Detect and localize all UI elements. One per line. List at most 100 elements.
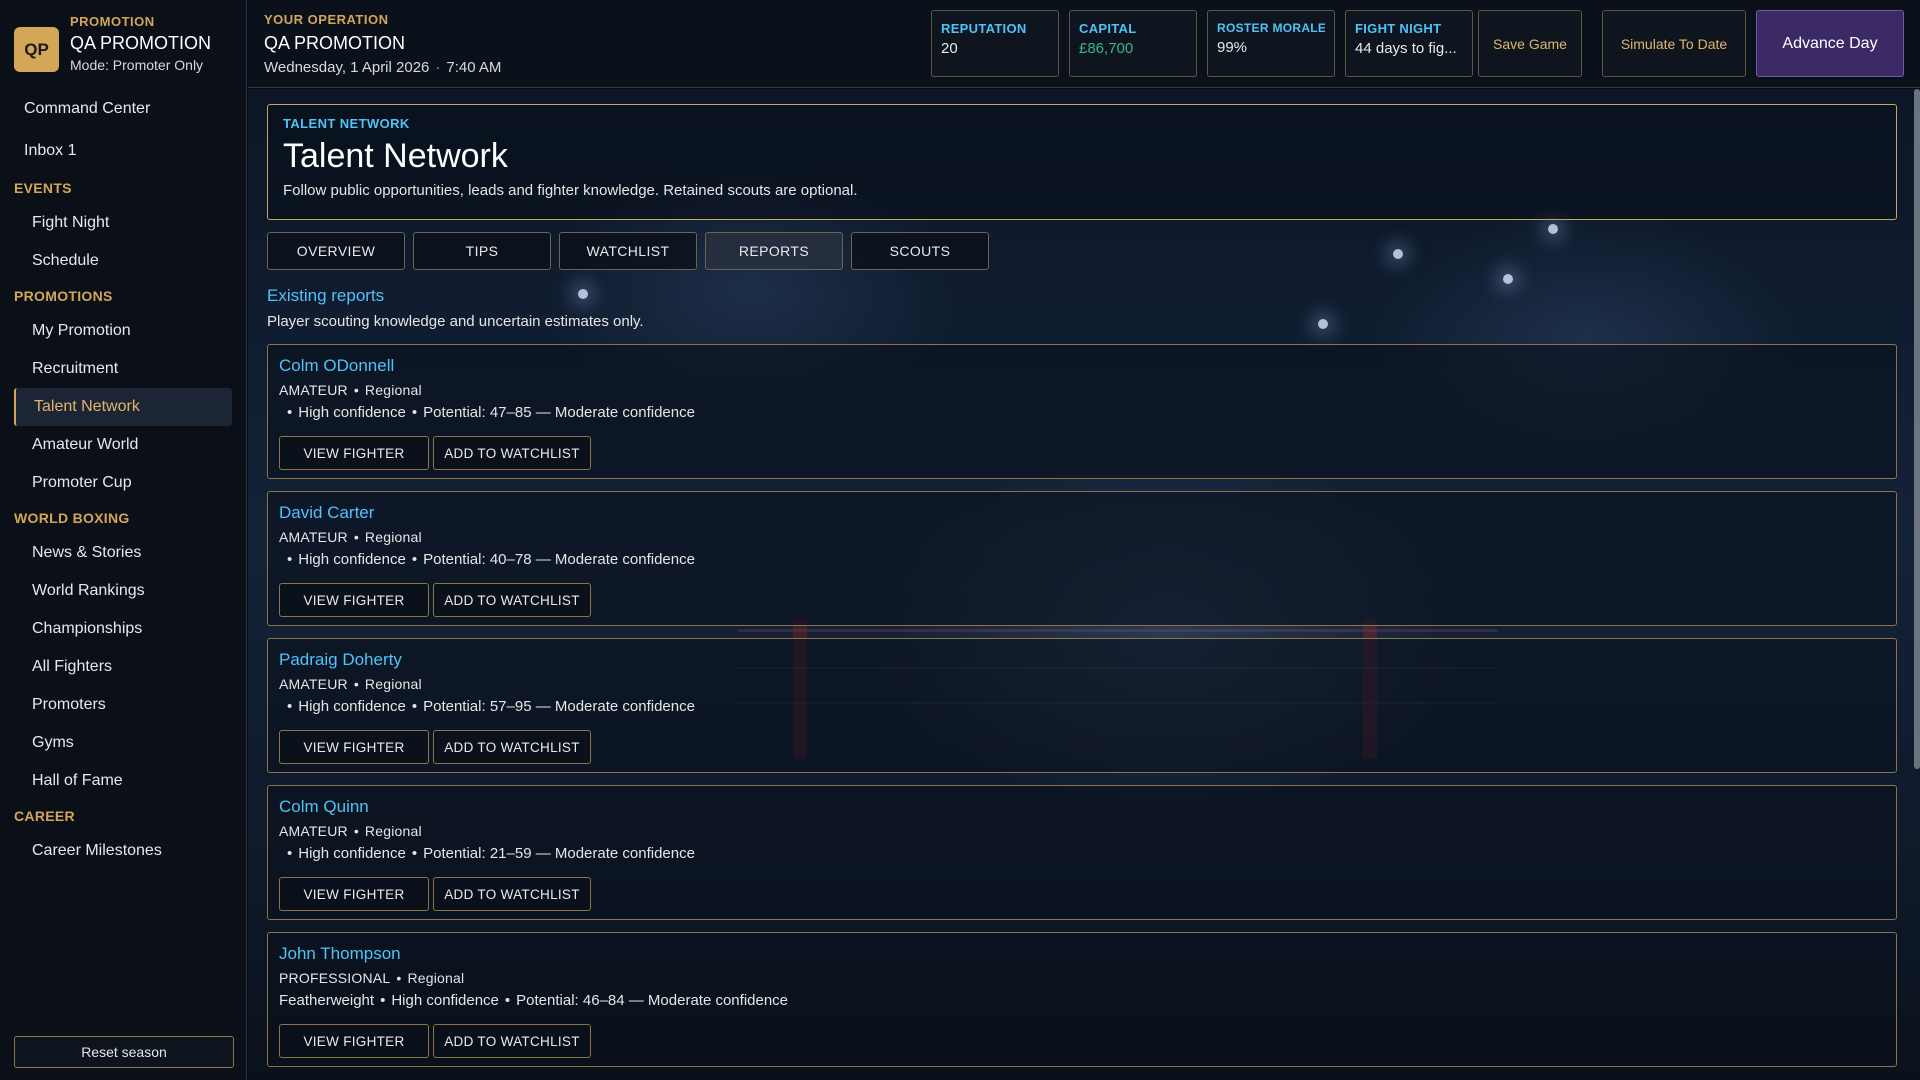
fighter-status: AMATEUR	[279, 823, 348, 839]
page-title: Talent Network	[283, 137, 508, 175]
sidebar-item-world-rankings[interactable]: World Rankings	[14, 572, 232, 610]
sidebar-item-amateur-world[interactable]: Amateur World	[14, 426, 232, 464]
sidebar-item-schedule[interactable]: Schedule	[14, 242, 232, 280]
fighter-status: AMATEUR	[279, 676, 348, 692]
sidebar-item-inbox-1[interactable]: Inbox 1	[14, 130, 232, 172]
current-date: Wednesday, 1 April 2026	[264, 59, 430, 76]
view-fighter-button[interactable]: VIEW FIGHTER	[279, 583, 429, 617]
summary-separator: •	[411, 698, 418, 715]
brand-logo: QP	[14, 27, 59, 72]
section-title: Existing reports	[267, 286, 385, 305]
save-game-button[interactable]: Save Game	[1478, 10, 1582, 77]
report-potential: Potential: 40–78 — Moderate confidence	[423, 551, 695, 568]
report-summary: • High confidence • Potential: 47–85 — Mode…	[279, 404, 1885, 421]
operation-name: QA PROMOTION	[264, 33, 406, 53]
sidebar-item-news-and-stories[interactable]: News & Stories	[14, 534, 232, 572]
stat-fight-night: FIGHT NIGHT 44 days to fig...	[1345, 10, 1473, 77]
sidebar-item-hall-of-fame[interactable]: Hall of Fame	[14, 762, 232, 800]
sidebar-item-gyms[interactable]: Gyms	[14, 724, 232, 762]
tab-watchlist[interactable]: WATCHLIST	[559, 232, 697, 270]
fighter-scope: Regional	[364, 529, 422, 545]
simulate-to-date-button[interactable]: Simulate To Date	[1602, 10, 1746, 77]
report-potential: Potential: 57–95 — Moderate confidence	[423, 698, 695, 715]
summary-separator: •	[411, 404, 418, 421]
meta-separator: •	[353, 823, 359, 839]
fighter-status: PROFESSIONAL	[279, 970, 391, 986]
report-actions: VIEW FIGHTER ADD TO WATCHLIST	[279, 583, 595, 617]
sidebar-section-career: CAREER	[14, 808, 75, 824]
brand-header: QP PROMOTION QA PROMOTION Mode: Promoter…	[0, 0, 246, 88]
fighter-meta: PROFESSIONAL • Regional	[279, 970, 1885, 986]
stat-value: £86,700	[1079, 40, 1134, 57]
operation-info: YOUR OPERATION QA PROMOTION Wednesday, 1…	[264, 12, 501, 76]
page-eyebrow: TALENT NETWORK	[283, 116, 410, 131]
report-list: Colm ODonnell AMATEUR • Regional • High confi…	[267, 344, 1897, 1079]
fighter-weight-class: Featherweight	[279, 992, 375, 1009]
report-confidence: High confidence	[298, 698, 406, 715]
fighter-name-link[interactable]: David Carter	[279, 503, 374, 523]
stat-value: 99%	[1217, 39, 1248, 56]
page-header: TALENT NETWORK Talent Network Follow pub…	[267, 104, 1897, 220]
view-fighter-button[interactable]: VIEW FIGHTER	[279, 877, 429, 911]
sidebar-item-all-fighters[interactable]: All Fighters	[14, 648, 232, 686]
add-to-watchlist-button[interactable]: ADD TO WATCHLIST	[433, 877, 591, 911]
fighter-meta: AMATEUR • Regional	[279, 823, 1885, 839]
tab-tips[interactable]: TIPS	[413, 232, 551, 270]
meta-separator: •	[353, 676, 359, 692]
summary-separator: •	[380, 992, 386, 1009]
spotlight-decoration	[1548, 224, 1558, 234]
brand-name: QA PROMOTION	[70, 33, 212, 53]
scrollbar[interactable]	[1914, 89, 1920, 769]
add-to-watchlist-button[interactable]: ADD TO WATCHLIST	[433, 1024, 591, 1058]
sidebar-item-promoter-cup[interactable]: Promoter Cup	[14, 464, 232, 502]
reset-season-button[interactable]: Reset season	[14, 1036, 234, 1068]
fighter-scope: Regional	[364, 676, 422, 692]
fighter-name-link[interactable]: Colm ODonnell	[279, 356, 394, 376]
sidebar-item-my-promotion[interactable]: My Promotion	[14, 312, 232, 350]
stat-reputation: REPUTATION 20	[931, 10, 1059, 77]
current-time: 7:40 AM	[446, 59, 502, 76]
meta-separator: •	[353, 382, 359, 398]
fighter-scope: Regional	[407, 970, 465, 986]
spotlight-decoration	[1503, 274, 1513, 284]
tab-scouts[interactable]: SCOUTS	[851, 232, 989, 270]
sidebar-section-events: EVENTS	[14, 180, 72, 196]
fighter-name-link[interactable]: Padraig Doherty	[279, 650, 402, 670]
summary-separator: •	[287, 845, 293, 862]
report-card: John Thompson PROFESSIONAL • Regional Feathe…	[267, 932, 1897, 1067]
stat-value: 44 days to fig...	[1355, 40, 1457, 57]
sidebar-section-world-boxing: WORLD BOXING	[14, 510, 130, 526]
add-to-watchlist-button[interactable]: ADD TO WATCHLIST	[433, 730, 591, 764]
report-potential: Potential: 46–84 — Moderate confidence	[516, 992, 789, 1009]
summary-separator: •	[287, 698, 293, 715]
view-fighter-button[interactable]: VIEW FIGHTER	[279, 730, 429, 764]
add-to-watchlist-button[interactable]: ADD TO WATCHLIST	[433, 436, 591, 470]
sidebar-item-talent-network[interactable]: Talent Network	[14, 388, 232, 426]
spotlight-decoration	[578, 289, 588, 299]
sidebar-item-career-milestones[interactable]: Career Milestones	[14, 832, 232, 870]
summary-separator: •	[411, 551, 418, 568]
sidebar-item-recruitment[interactable]: Recruitment	[14, 350, 232, 388]
advance-day-button[interactable]: Advance Day	[1756, 10, 1904, 77]
fighter-status: AMATEUR	[279, 382, 348, 398]
tab-bar: OVERVIEW TIPS WATCHLIST REPORTS SCOUTS	[267, 232, 997, 270]
sidebar-nav: Command Center Inbox 1 EVENTS Fight Night Sc…	[0, 88, 246, 870]
fighter-name-link[interactable]: Colm Quinn	[279, 797, 369, 817]
fighter-name-link[interactable]: John Thompson	[279, 944, 401, 964]
report-card: David Carter AMATEUR • Regional • High confid…	[267, 491, 1897, 626]
sidebar-item-fight-night[interactable]: Fight Night	[14, 204, 232, 242]
tab-reports[interactable]: REPORTS	[705, 232, 843, 270]
page-description: Follow public opportunities, leads and f…	[283, 182, 858, 199]
sidebar-item-promoters[interactable]: Promoters	[14, 686, 232, 724]
sidebar: QP PROMOTION QA PROMOTION Mode: Promoter…	[0, 0, 247, 1080]
report-summary: Featherweight • High confidence • Potential:…	[279, 992, 1885, 1009]
sidebar-item-championships[interactable]: Championships	[14, 610, 232, 648]
report-potential: Potential: 47–85 — Moderate confidence	[423, 404, 695, 421]
view-fighter-button[interactable]: VIEW FIGHTER	[279, 436, 429, 470]
view-fighter-button[interactable]: VIEW FIGHTER	[279, 1024, 429, 1058]
summary-separator: •	[411, 845, 418, 862]
add-to-watchlist-button[interactable]: ADD TO WATCHLIST	[433, 583, 591, 617]
sidebar-item-command-center[interactable]: Command Center	[14, 88, 232, 130]
tab-overview[interactable]: OVERVIEW	[267, 232, 405, 270]
stat-label: FIGHT NIGHT	[1355, 21, 1442, 36]
